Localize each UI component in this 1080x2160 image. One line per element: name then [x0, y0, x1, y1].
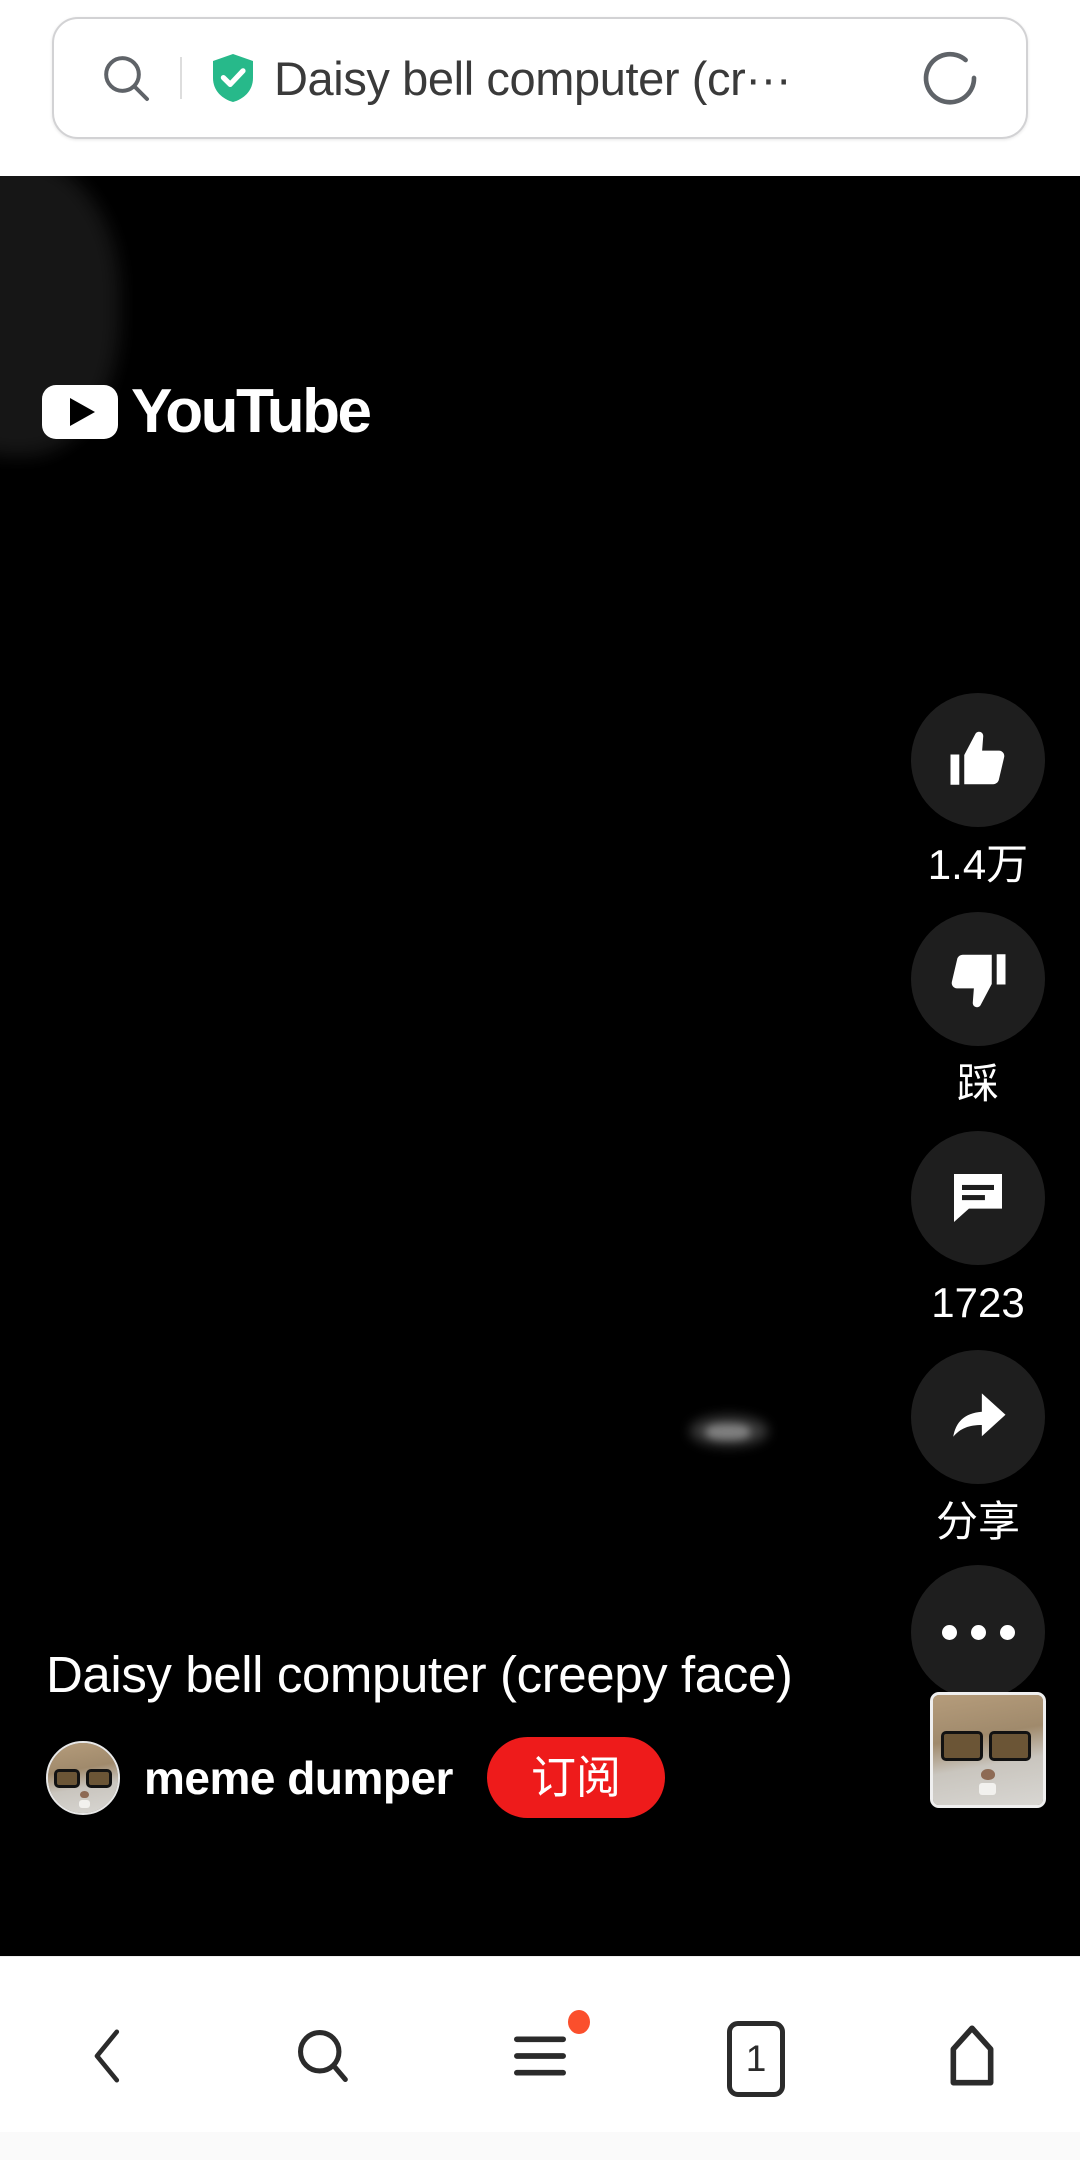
- nav-menu[interactable]: [432, 1957, 648, 2160]
- search-icon[interactable]: [98, 50, 154, 106]
- nav-home[interactable]: [864, 1957, 1080, 2160]
- channel-row: meme dumper 订阅: [46, 1737, 866, 1818]
- share-button[interactable]: 分享: [910, 1350, 1046, 1543]
- share-label: 分享: [935, 1498, 1020, 1545]
- action-rail: 1.4万 踩 1723 分享: [910, 693, 1046, 1699]
- reload-icon[interactable]: [908, 36, 992, 120]
- video-content-highlight-inner: [706, 1424, 750, 1440]
- shield-check-icon[interactable]: [208, 52, 258, 104]
- address-bar[interactable]: Daisy bell computer (cr···: [52, 17, 1028, 139]
- bottom-navigation-bar: 1: [0, 1956, 1080, 2160]
- nav-bottom-strip: [0, 2132, 1080, 2160]
- channel-name[interactable]: meme dumper: [144, 1751, 453, 1805]
- menu-hamburger-icon: [509, 2029, 571, 2088]
- comment-button[interactable]: 1723: [910, 1131, 1046, 1324]
- browser-top-bar: Daisy bell computer (cr···: [0, 0, 1080, 176]
- nav-tabs[interactable]: 1: [648, 1957, 864, 2160]
- omnibox-divider: [180, 57, 182, 99]
- share-icon[interactable]: [911, 1350, 1045, 1484]
- nav-search[interactable]: [216, 1957, 432, 2160]
- video-metadata: Daisy bell computer (creepy face) meme d…: [46, 1644, 866, 1818]
- back-chevron-icon: [81, 2023, 135, 2094]
- tab-count-icon: 1: [727, 2020, 785, 2097]
- video-title: Daisy bell computer (creepy face): [46, 1645, 793, 1703]
- menu-notification-badge: [568, 2009, 590, 2034]
- more-ellipsis-icon[interactable]: [911, 1565, 1045, 1699]
- phone-screen: Daisy bell computer (cr··· YouTube 1.4万 …: [0, 0, 1080, 2160]
- nav-back[interactable]: [0, 1957, 216, 2160]
- video-player-surface[interactable]: YouTube 1.4万 踩 1723 分享 Daisy bell comput…: [0, 176, 1080, 1956]
- video-thumbnail-cat[interactable]: [930, 1692, 1046, 1808]
- thumbs-up-icon[interactable]: [911, 693, 1045, 827]
- comment-icon[interactable]: [911, 1131, 1045, 1265]
- address-bar-text[interactable]: Daisy bell computer (cr···: [274, 51, 908, 106]
- channel-avatar-cat[interactable]: [46, 1740, 120, 1815]
- search-icon: [292, 2024, 356, 2093]
- like-count: 1.4万: [927, 841, 1029, 888]
- like-button[interactable]: 1.4万: [910, 693, 1046, 886]
- dislike-button[interactable]: 踩: [910, 912, 1046, 1105]
- youtube-logo[interactable]: YouTube: [42, 377, 372, 446]
- youtube-play-icon: [42, 385, 118, 439]
- more-button[interactable]: [910, 1565, 1046, 1699]
- home-icon: [940, 2021, 1004, 2096]
- youtube-wordmark: YouTube: [131, 377, 372, 446]
- thumbs-down-icon[interactable]: [911, 912, 1045, 1046]
- subscribe-button[interactable]: 订阅: [486, 1737, 665, 1818]
- comment-count: 1723: [931, 1279, 1025, 1326]
- dislike-label: 踩: [956, 1060, 999, 1107]
